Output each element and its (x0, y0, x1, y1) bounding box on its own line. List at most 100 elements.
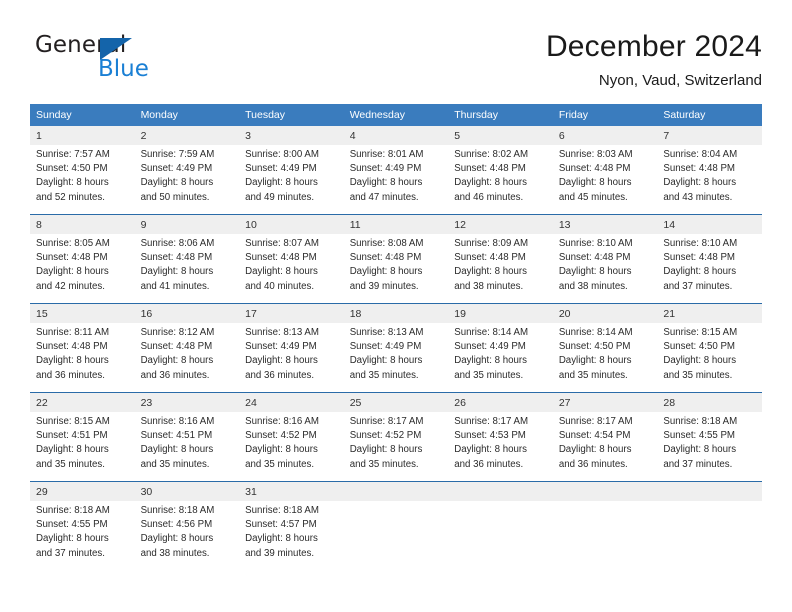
calendar-day-cell[interactable]: 23 Sunrise: 8:16 AM Sunset: 4:51 PM Dayligh… (134, 393, 240, 481)
weekday-header-sunday: Sunday (30, 104, 135, 126)
calendar-day-cell-empty (343, 482, 449, 570)
calendar-day-cell[interactable]: 15 Sunrise: 8:11 AM Sunset: 4:48 PM Dayligh… (30, 304, 135, 392)
sunset-time: Sunset: 4:48 PM (245, 252, 317, 264)
calendar-cell: 15 Sunrise: 8:11 AM Sunset: 4:48 PM Dayligh… (30, 303, 135, 393)
calendar-day-cell[interactable]: 2 Sunrise: 7:59 AM Sunset: 4:49 PM Daylight… (134, 126, 240, 214)
calendar-body: 1 Sunrise: 7:57 AM Sunset: 4:50 PM Daylight… (30, 126, 762, 570)
calendar-cell: 10 Sunrise: 8:07 AM Sunset: 4:48 PM Dayligh… (239, 214, 344, 304)
daylight-duration-line1: Daylight: 8 hours (245, 177, 318, 189)
daylight-duration-line1: Daylight: 8 hours (454, 266, 527, 278)
day-number (657, 482, 762, 501)
calendar-day-cell[interactable]: 11 Sunrise: 8:08 AM Sunset: 4:48 PM Dayligh… (343, 215, 449, 303)
calendar-cell: 13 Sunrise: 8:10 AM Sunset: 4:48 PM Dayligh… (552, 214, 658, 304)
calendar-week-row: 8 Sunrise: 8:05 AM Sunset: 4:48 PM Daylight… (30, 214, 762, 304)
calendar-day-cell[interactable]: 4 Sunrise: 8:01 AM Sunset: 4:49 PM Daylight… (343, 126, 449, 214)
day-number: 19 (448, 304, 553, 323)
calendar-cell: 22 Sunrise: 8:15 AM Sunset: 4:51 PM Dayligh… (30, 392, 135, 482)
calendar-cell: 8 Sunrise: 8:05 AM Sunset: 4:48 PM Daylight… (30, 214, 135, 304)
calendar-day-cell[interactable]: 20 Sunrise: 8:14 AM Sunset: 4:50 PM Dayligh… (552, 304, 658, 392)
sunrise-time: Sunrise: 8:18 AM (245, 505, 319, 516)
calendar-day-cell[interactable]: 10 Sunrise: 8:07 AM Sunset: 4:48 PM Dayligh… (239, 215, 344, 303)
day-number: 5 (448, 126, 553, 145)
calendar-day-cell[interactable]: 3 Sunrise: 8:00 AM Sunset: 4:49 PM Daylight… (239, 126, 344, 214)
daylight-duration-line1: Daylight: 8 hours (140, 533, 214, 545)
calendar-day-cell[interactable]: 25 Sunrise: 8:17 AM Sunset: 4:52 PM Dayligh… (343, 393, 449, 481)
calendar-day-cell[interactable]: 17 Sunrise: 8:13 AM Sunset: 4:49 PM Dayligh… (239, 304, 344, 392)
daylight-duration-line2: and 35 minutes. (245, 458, 315, 470)
daylight-duration-line2: and 41 minutes. (140, 280, 210, 292)
day-number: 22 (30, 393, 135, 412)
sunrise-time: Sunrise: 8:15 AM (663, 327, 738, 338)
calendar-cell: 9 Sunrise: 8:06 AM Sunset: 4:48 PM Daylight… (134, 214, 240, 304)
calendar-day-cell[interactable]: 28 Sunrise: 8:18 AM Sunset: 4:55 PM Dayligh… (657, 393, 762, 481)
daylight-duration-line2: and 36 minutes. (454, 458, 524, 470)
calendar-day-cell[interactable]: 8 Sunrise: 8:05 AM Sunset: 4:48 PM Daylight… (30, 215, 135, 303)
day-number: 30 (134, 482, 240, 501)
sunrise-time: Sunrise: 8:16 AM (140, 416, 215, 427)
day-number: 7 (657, 126, 762, 145)
sunset-time: Sunset: 4:54 PM (558, 430, 631, 442)
daylight-duration-line1: Daylight: 8 hours (454, 355, 527, 367)
calendar-day-cell[interactable]: 31 Sunrise: 8:18 AM Sunset: 4:57 PM Dayligh… (239, 482, 344, 570)
daylight-duration-line2: and 39 minutes. (245, 547, 315, 559)
daylight-duration-line1: Daylight: 8 hours (245, 444, 318, 456)
day-details: Sunrise: 8:04 AM Sunset: 4:48 PM Daylight:… (657, 145, 762, 205)
calendar-day-cell[interactable]: 1 Sunrise: 7:57 AM Sunset: 4:50 PM Daylight… (30, 126, 135, 214)
sunset-time: Sunset: 4:48 PM (454, 252, 526, 264)
sunset-time: Sunset: 4:55 PM (663, 430, 735, 442)
daylight-duration-line2: and 36 minutes. (36, 369, 105, 381)
calendar-day-cell[interactable]: 29 Sunrise: 8:18 AM Sunset: 4:55 PM Dayligh… (30, 482, 135, 570)
calendar-day-cell[interactable]: 6 Sunrise: 8:03 AM Sunset: 4:48 PM Daylight… (552, 126, 658, 214)
calendar-day-cell[interactable]: 21 Sunrise: 8:15 AM Sunset: 4:50 PM Dayligh… (657, 304, 762, 392)
day-details: Sunrise: 8:16 AM Sunset: 4:52 PM Daylight:… (239, 412, 344, 472)
sunset-time: Sunset: 4:49 PM (245, 341, 317, 353)
brand-logo[interactable]: General Blue (35, 32, 265, 92)
day-details: Sunrise: 8:17 AM Sunset: 4:52 PM Daylight:… (344, 412, 449, 472)
calendar-cell (343, 481, 449, 570)
calendar-day-cell[interactable]: 24 Sunrise: 8:16 AM Sunset: 4:52 PM Dayligh… (239, 393, 344, 481)
day-number: 13 (552, 215, 658, 234)
sunset-time: Sunset: 4:48 PM (454, 163, 526, 175)
daylight-duration-line1: Daylight: 8 hours (140, 444, 214, 456)
day-details: Sunrise: 8:09 AM Sunset: 4:48 PM Daylight:… (448, 234, 553, 294)
calendar-day-cell[interactable]: 26 Sunrise: 8:17 AM Sunset: 4:53 PM Dayligh… (448, 393, 553, 481)
day-details: Sunrise: 8:10 AM Sunset: 4:48 PM Daylight:… (657, 234, 762, 294)
weekday-header-thursday: Thursday (448, 104, 553, 126)
sunrise-time: Sunrise: 8:06 AM (140, 238, 215, 249)
calendar-day-cell[interactable]: 30 Sunrise: 8:18 AM Sunset: 4:56 PM Dayligh… (134, 482, 240, 570)
daylight-duration-line2: and 47 minutes. (349, 191, 419, 203)
calendar-day-cell[interactable]: 13 Sunrise: 8:10 AM Sunset: 4:48 PM Dayligh… (552, 215, 658, 303)
sunrise-time: Sunrise: 8:03 AM (558, 149, 633, 160)
day-details: Sunrise: 8:01 AM Sunset: 4:49 PM Daylight:… (344, 145, 449, 205)
calendar-day-cell[interactable]: 27 Sunrise: 8:17 AM Sunset: 4:54 PM Dayligh… (552, 393, 658, 481)
daylight-duration-line1: Daylight: 8 hours (245, 533, 318, 545)
calendar-day-cell[interactable]: 9 Sunrise: 8:06 AM Sunset: 4:48 PM Daylight… (134, 215, 240, 303)
calendar-cell: 26 Sunrise: 8:17 AM Sunset: 4:53 PM Dayligh… (448, 392, 553, 482)
calendar-cell: 4 Sunrise: 8:01 AM Sunset: 4:49 PM Daylight… (343, 126, 449, 215)
calendar-cell: 19 Sunrise: 8:14 AM Sunset: 4:49 PM Dayligh… (448, 303, 553, 393)
sunrise-time: Sunrise: 7:59 AM (140, 149, 215, 160)
weekday-header-wednesday: Wednesday (343, 104, 449, 126)
day-details: Sunrise: 8:10 AM Sunset: 4:48 PM Daylight:… (553, 234, 658, 294)
calendar-day-cell[interactable]: 19 Sunrise: 8:14 AM Sunset: 4:49 PM Dayligh… (448, 304, 553, 392)
calendar-day-cell[interactable]: 5 Sunrise: 8:02 AM Sunset: 4:48 PM Daylight… (448, 126, 553, 214)
calendar-day-cell[interactable]: 12 Sunrise: 8:09 AM Sunset: 4:48 PM Dayligh… (448, 215, 553, 303)
calendar-day-cell[interactable]: 18 Sunrise: 8:13 AM Sunset: 4:49 PM Dayligh… (343, 304, 449, 392)
calendar-day-cell[interactable]: 22 Sunrise: 8:15 AM Sunset: 4:51 PM Dayligh… (30, 393, 135, 481)
calendar-day-cell[interactable]: 14 Sunrise: 8:10 AM Sunset: 4:48 PM Dayligh… (657, 215, 762, 303)
calendar-day-cell[interactable]: 16 Sunrise: 8:12 AM Sunset: 4:48 PM Dayligh… (134, 304, 240, 392)
sunset-time: Sunset: 4:49 PM (349, 163, 422, 175)
daylight-duration-line2: and 35 minutes. (349, 458, 419, 470)
sunrise-time: Sunrise: 8:01 AM (349, 149, 424, 160)
calendar-day-cell[interactable]: 7 Sunrise: 8:04 AM Sunset: 4:48 PM Daylight… (657, 126, 762, 214)
daylight-duration-line2: and 37 minutes. (663, 280, 733, 292)
sunrise-time: Sunrise: 8:17 AM (454, 416, 529, 427)
sunset-time: Sunset: 4:56 PM (140, 519, 213, 531)
sunrise-time: Sunrise: 8:07 AM (245, 238, 319, 249)
daylight-duration-line1: Daylight: 8 hours (663, 266, 737, 278)
day-number: 9 (134, 215, 240, 234)
calendar-cell (552, 481, 658, 570)
sunset-time: Sunset: 4:50 PM (663, 341, 735, 353)
day-details: Sunrise: 8:03 AM Sunset: 4:48 PM Daylight:… (553, 145, 658, 205)
sunset-time: Sunset: 4:51 PM (36, 430, 108, 442)
